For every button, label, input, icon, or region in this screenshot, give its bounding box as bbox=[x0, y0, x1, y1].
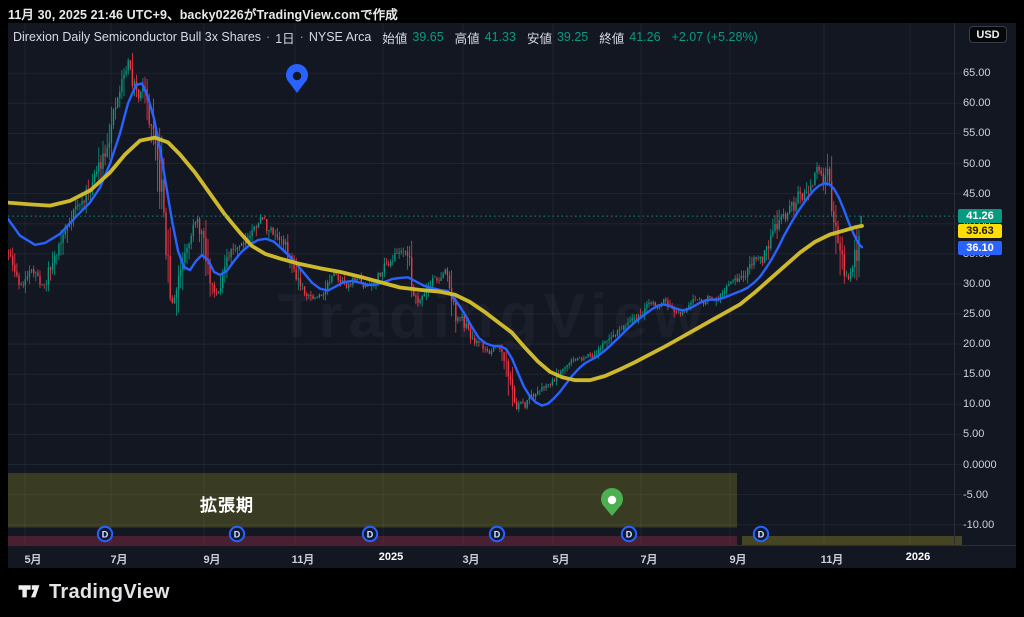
price-tick-label: 65.00 bbox=[963, 67, 991, 79]
expansion-band[interactable] bbox=[742, 536, 963, 545]
price-tick-label: 20.00 bbox=[963, 338, 991, 350]
dividend-letter: D bbox=[626, 529, 633, 539]
screenshot-root: 11月 30, 2025 21:46 UTC+9、backy0226がTradi… bbox=[0, 0, 1024, 617]
dividend-letter: D bbox=[234, 529, 241, 539]
time-tick-label: 9月 bbox=[203, 551, 220, 567]
dividend-marker[interactable]: D bbox=[98, 527, 112, 541]
time-tick-label: 11月 bbox=[292, 551, 315, 567]
ma-fast-line[interactable] bbox=[8, 83, 862, 405]
price-chart[interactable]: DDDDDD bbox=[0, 0, 1024, 617]
grid bbox=[8, 23, 962, 545]
price-tick-label: 30.00 bbox=[963, 278, 991, 290]
change-value: +2.07 (+5.28%) bbox=[672, 30, 758, 44]
chart-pane[interactable]: DDDDDD bbox=[8, 23, 963, 545]
footer: TradingView bbox=[0, 568, 1024, 617]
time-tick-label: 3月 bbox=[462, 551, 479, 567]
time-tick-label: 5月 bbox=[24, 551, 41, 567]
time-tick-label: 7月 bbox=[110, 551, 127, 567]
tradingview-brand[interactable]: TradingView bbox=[49, 581, 170, 604]
time-tick-label: 7月 bbox=[640, 551, 657, 567]
price-tick-label: 55.00 bbox=[963, 127, 991, 139]
price-tick-label: 5.00 bbox=[963, 428, 984, 440]
dividend-marker[interactable]: D bbox=[230, 527, 244, 541]
price-tick-label: 10.00 bbox=[963, 398, 991, 410]
low-value: 39.25 bbox=[557, 30, 588, 44]
exchange-label: NYSE Arca bbox=[309, 30, 372, 44]
dividend-marker[interactable]: D bbox=[622, 527, 636, 541]
expansion-period-label: 拡張期 bbox=[200, 491, 254, 516]
dividend-marker[interactable]: D bbox=[754, 527, 768, 541]
time-tick-label: 2025 bbox=[379, 551, 403, 563]
separator-dot: · bbox=[300, 30, 304, 44]
dividend-letter: D bbox=[758, 529, 765, 539]
candle-bodies-up bbox=[20, 60, 861, 409]
price-tick-label: 25.00 bbox=[963, 308, 991, 320]
time-axis[interactable]: 5月 7月 9月 11月 2025 3月 5月 7月 9月 11月 2026 bbox=[8, 545, 1016, 569]
price-badge: 41.26 bbox=[958, 209, 1002, 223]
price-axis[interactable]: 65.0060.0055.0050.0045.0040.0035.0030.00… bbox=[954, 23, 1009, 545]
dividend-letter: D bbox=[367, 529, 374, 539]
price-badge: 39.63 bbox=[958, 224, 1002, 238]
price-tick-label: 60.00 bbox=[963, 97, 991, 109]
expansion-period-box[interactable] bbox=[8, 473, 737, 528]
high-value: 41.33 bbox=[485, 30, 516, 44]
symbol-header: Direxion Daily Semiconductor Bull 3x Sha… bbox=[13, 29, 758, 45]
price-tick-label: -10.00 bbox=[963, 519, 994, 531]
pin-blue-map-pin-icon[interactable] bbox=[286, 64, 308, 93]
symbol-title[interactable]: Direxion Daily Semiconductor Bull 3x Sha… bbox=[13, 30, 261, 44]
time-tick-label: 5月 bbox=[552, 551, 569, 567]
price-tick-label: 45.00 bbox=[963, 188, 991, 200]
tradingview-logo-icon[interactable] bbox=[18, 582, 40, 604]
price-tick-label: 50.00 bbox=[963, 158, 991, 170]
dividend-marker[interactable]: D bbox=[363, 527, 377, 541]
open-value: 39.65 bbox=[412, 30, 443, 44]
dividend-letter: D bbox=[102, 529, 109, 539]
price-tick-label: 0.0000 bbox=[963, 459, 997, 471]
price-badge: 36.10 bbox=[958, 241, 1002, 255]
time-tick-label: 2026 bbox=[906, 551, 930, 563]
price-tick-label: 15.00 bbox=[963, 368, 991, 380]
time-tick-label: 9月 bbox=[729, 551, 746, 567]
close-label: 終値 bbox=[599, 28, 624, 47]
dividend-marker[interactable]: D bbox=[490, 527, 504, 541]
close-value: 41.26 bbox=[629, 30, 660, 44]
time-tick-label: 11月 bbox=[821, 551, 844, 567]
open-label: 始値 bbox=[382, 28, 407, 47]
high-label: 高値 bbox=[455, 28, 480, 47]
separator-dot: · bbox=[266, 30, 270, 44]
dividend-letter: D bbox=[494, 529, 501, 539]
interval-label[interactable]: 1日 bbox=[275, 28, 294, 47]
low-label: 安値 bbox=[527, 28, 552, 47]
price-tick-label: -5.00 bbox=[963, 489, 988, 501]
